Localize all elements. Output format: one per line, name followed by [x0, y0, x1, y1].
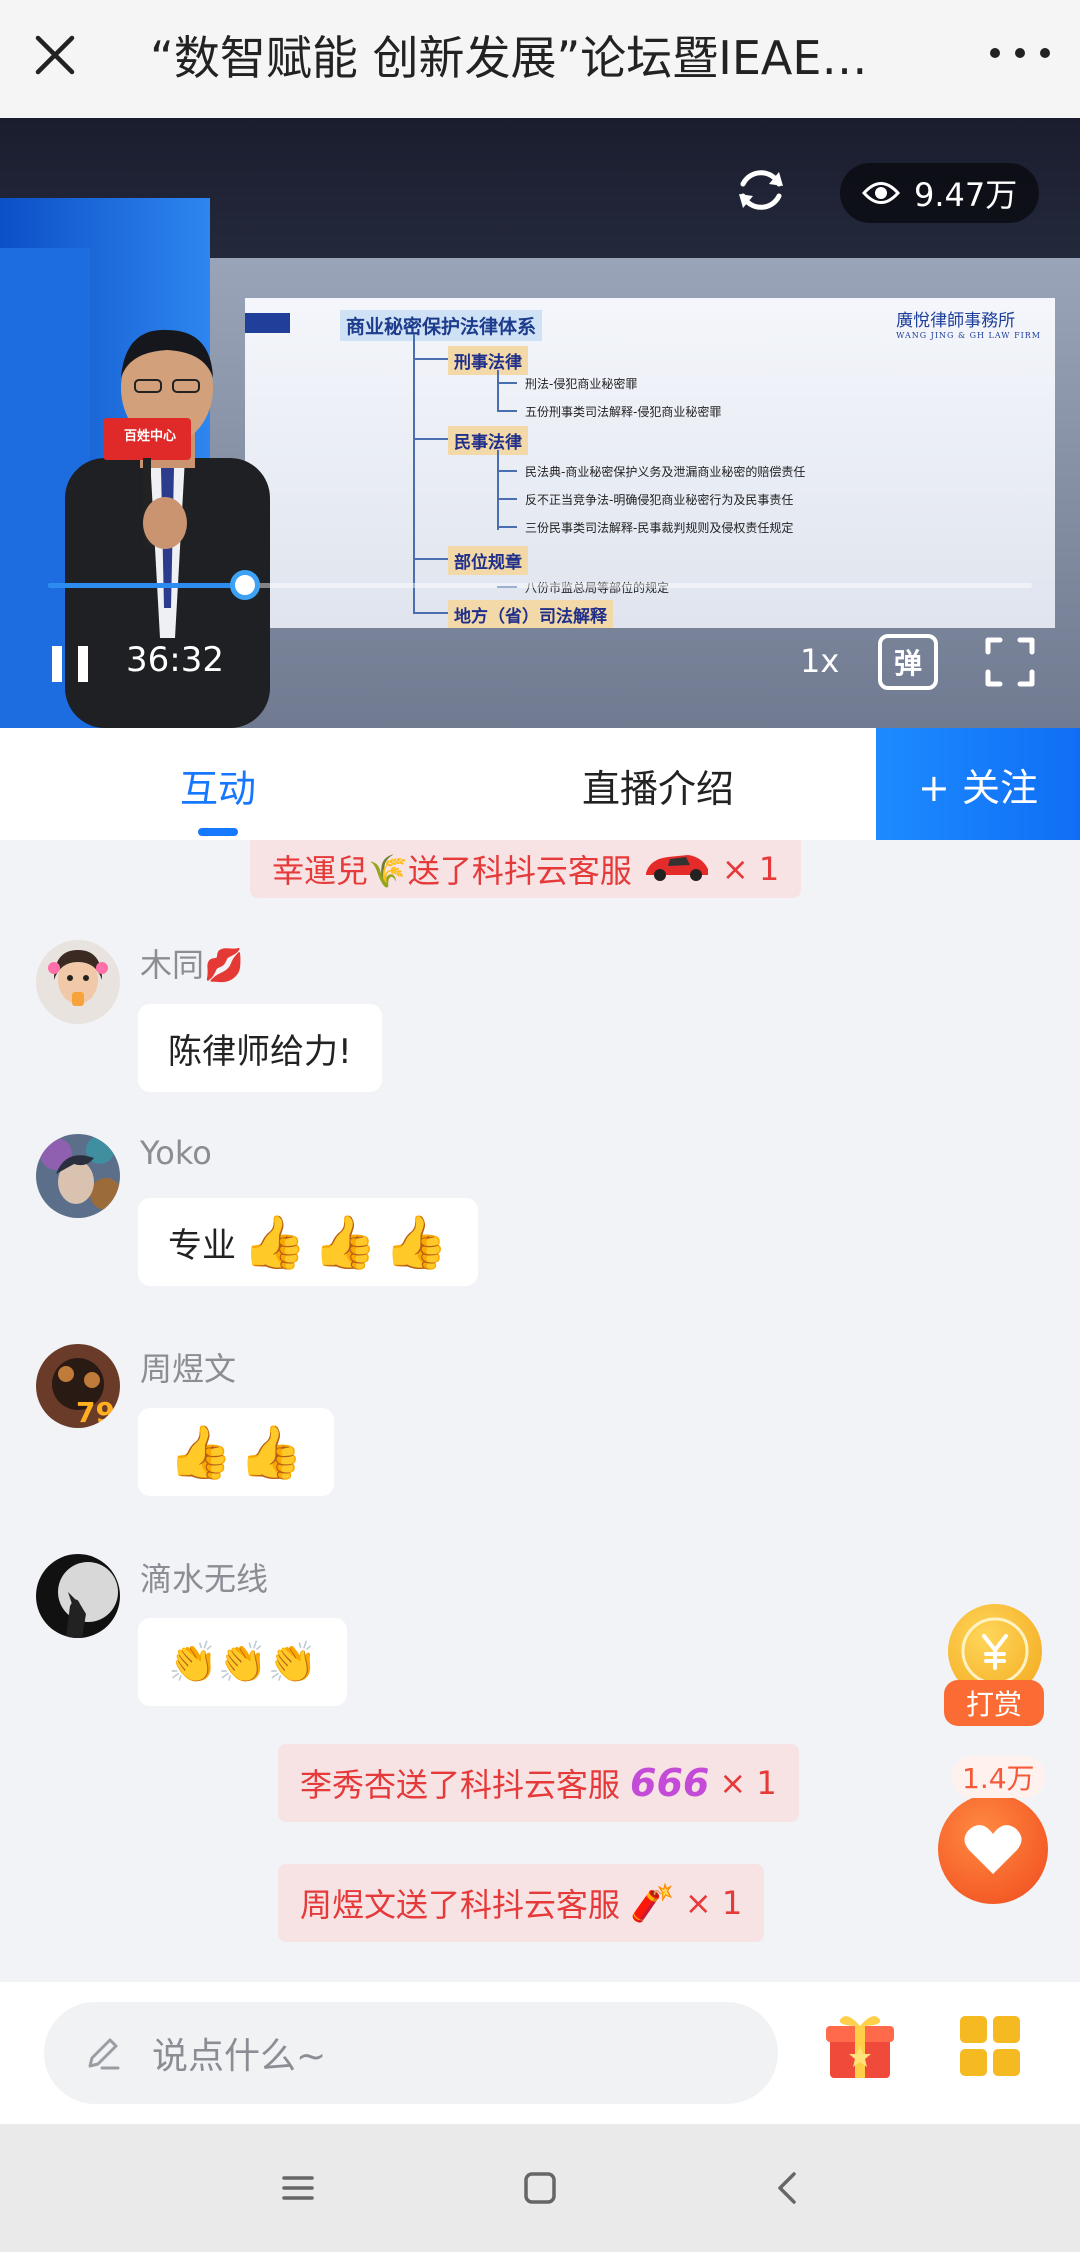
follow-button[interactable]: + 关注 — [876, 728, 1080, 840]
thumbs-up-icon: 👍 — [242, 1212, 307, 1273]
more-icon[interactable] — [990, 38, 1050, 68]
danmu-toggle-button[interactable]: 弹 — [878, 634, 938, 690]
more-apps-icon[interactable] — [960, 2016, 1020, 2076]
slide-node: 部位规章 — [448, 546, 528, 575]
reward-button[interactable]: 打赏 — [944, 1604, 1044, 1734]
slide-leaf: 五份刑事类司法解释-侵犯商业秘密罪 — [525, 405, 722, 419]
progress-bar[interactable] — [48, 570, 1032, 600]
playback-speed-button[interactable]: 1x — [800, 642, 839, 680]
svg-text:79: 79 — [76, 1396, 115, 1428]
gift-icon[interactable] — [824, 2010, 896, 2082]
clapping-hands-icon: 👏 — [267, 1639, 318, 1686]
tab-interact[interactable]: 互动 — [180, 758, 256, 813]
chat-bubble: 专业 👍 👍 👍 — [138, 1198, 479, 1286]
thumbs-up-icon: 👍 — [168, 1422, 233, 1483]
page-title: “数智赋能 创新发展”论坛暨IEAE广… — [150, 31, 910, 85]
like-button[interactable]: 1.4万 — [936, 1756, 1052, 1906]
home-icon[interactable] — [516, 2164, 564, 2212]
pencil-icon — [88, 2038, 120, 2070]
chat-bubble: 👍 👍 — [138, 1408, 334, 1496]
heart-icon — [938, 1794, 1048, 1904]
gift-notice: 幸運兒🌾送了科抖云客服 × 1 — [250, 840, 802, 898]
avatar[interactable]: 79 — [36, 1344, 120, 1428]
pause-icon[interactable] — [52, 646, 88, 682]
chat-username: 周煜文 — [140, 1350, 237, 1388]
chat-feed[interactable]: 幸運兒🌾送了科抖云客服 × 1 木同💋 陈律师给力! Yoko 专业 👍 👍 👍… — [0, 840, 1080, 1982]
view-count-badge: 9.47万 — [840, 163, 1040, 223]
fullscreen-icon[interactable] — [984, 636, 1036, 688]
slide-main-title: 商业秘密保护法律体系 — [340, 310, 543, 341]
gift-notice: 周煜文送了科抖云客服 🧨 × 1 — [278, 1864, 765, 1942]
comment-placeholder: 说点什么~ — [152, 2036, 327, 2077]
thumbs-up-icon: 👍 — [383, 1212, 449, 1273]
thumbs-up-icon: 👍 — [312, 1212, 378, 1273]
avatar[interactable] — [36, 1134, 120, 1218]
menu-icon[interactable] — [274, 2164, 322, 2212]
gift-notice: 李秀杏送了科抖云客服 666 × 1 — [278, 1744, 799, 1822]
current-time: 36:32 — [126, 640, 224, 680]
back-icon[interactable] — [764, 2164, 812, 2212]
slide-node: 刑事法律 — [448, 346, 528, 375]
refresh-icon[interactable] — [733, 162, 789, 218]
reward-label: 打赏 — [944, 1680, 1044, 1726]
slide-leaf: 三份民事类司法解释-民事裁判规则及侵权责任规定 — [525, 521, 794, 535]
presentation-slide: 廣悅律師事務所 WANG JING & GH LAW FIRM 商业秘密保护法律… — [245, 298, 1055, 628]
tab-live-intro[interactable]: 直播介绍 — [582, 758, 734, 813]
progress-handle[interactable] — [229, 570, 260, 600]
eye-icon — [862, 182, 900, 204]
video-player[interactable]: 廣悅律師事務所 WANG JING & GH LAW FIRM 商业秘密保护法律… — [0, 118, 1080, 728]
like-count: 1.4万 — [952, 1756, 1045, 1798]
666-gift-icon: 666 — [630, 1761, 710, 1805]
sports-car-gift-icon — [642, 847, 712, 891]
slide-node: 民事法律 — [448, 426, 528, 455]
progress-fill — [48, 583, 245, 588]
slide-leaf: 反不正当竞争法-明确侵犯商业秘密行为及民事责任 — [525, 493, 794, 507]
active-tab-indicator — [198, 828, 238, 836]
chat-bubble: 陈律师给力! — [138, 1004, 382, 1092]
microphone-flag-label: 百姓中心 — [123, 429, 176, 444]
slide-leaf: 民法典-商业秘密保护义务及泄漏商业秘密的赔偿责任 — [525, 465, 806, 479]
clapping-hands-icon: 👏 — [217, 1639, 268, 1686]
chat-username: Yoko — [140, 1134, 212, 1172]
chat-username: 木同💋 — [140, 946, 244, 984]
chat-username: 滴水无线 — [140, 1560, 269, 1598]
law-firm-logo: 廣悅律師事務所 WANG JING & GH LAW FIRM — [896, 311, 1041, 340]
firecracker-gift-icon: 🧨 — [630, 1883, 675, 1924]
avatar[interactable] — [36, 1554, 120, 1638]
comment-input[interactable]: 说点什么~ — [44, 2002, 778, 2104]
slide-node: 地方（省）司法解释 — [448, 600, 613, 628]
avatar[interactable] — [36, 940, 120, 1024]
close-icon[interactable] — [30, 30, 80, 80]
thumbs-up-icon: 👍 — [238, 1422, 304, 1483]
view-count: 9.47万 — [914, 176, 1018, 214]
tab-bar: 互动 直播介绍 + 关注 — [0, 728, 1080, 840]
clapping-hands-icon: 👏 — [168, 1639, 218, 1686]
system-nav-bar — [0, 2124, 1080, 2252]
chat-bubble: 👏 👏 👏 — [138, 1618, 348, 1706]
top-bar: “数智赋能 创新发展”论坛暨IEAE广… — [0, 0, 1080, 118]
input-bar: 说点什么~ — [0, 1982, 1080, 2124]
slide-leaf: 刑法-侵犯商业秘密罪 — [525, 377, 638, 391]
